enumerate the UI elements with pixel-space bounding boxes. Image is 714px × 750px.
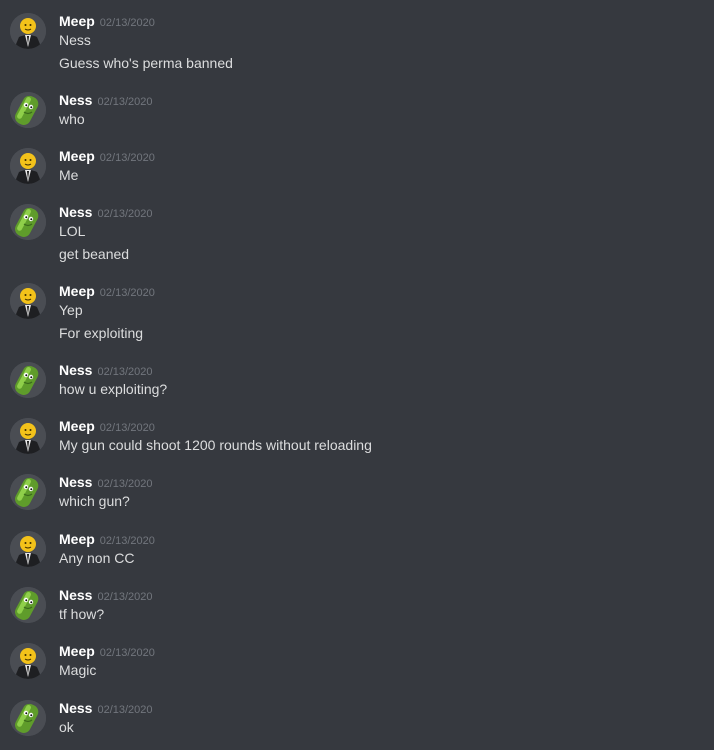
message-header: Ness 02/13/2020: [59, 700, 153, 720]
message-text: which gun?: [59, 493, 130, 509]
message-text: Ness: [59, 32, 91, 48]
suit-man-avatar-icon: [10, 418, 46, 454]
message-header: Meep 02/13/2020: [59, 643, 155, 663]
chat-messages[interactable]: Meep 02/13/2020 Ness Guess who's perma ba…: [0, 0, 714, 750]
avatar[interactable]: [10, 531, 46, 567]
message-text: ok: [59, 719, 74, 735]
message-header: Meep 02/13/2020: [59, 418, 155, 438]
message-header: Meep 02/13/2020: [59, 13, 155, 33]
timestamp: 02/13/2020: [99, 17, 155, 29]
timestamp: 02/13/2020: [97, 591, 153, 603]
avatar[interactable]: [10, 283, 46, 319]
suit-man-avatar-icon: [10, 148, 46, 184]
pickle-avatar-icon: [10, 92, 46, 128]
username[interactable]: Meep: [59, 283, 95, 299]
username[interactable]: Ness: [59, 587, 92, 603]
avatar[interactable]: [10, 204, 46, 240]
suit-man-avatar-icon: [10, 531, 46, 567]
timestamp: 02/13/2020: [97, 366, 153, 378]
timestamp: 02/13/2020: [99, 287, 155, 299]
message-text: For exploiting: [59, 325, 144, 341]
avatar[interactable]: [10, 92, 46, 128]
timestamp: 02/13/2020: [99, 535, 155, 547]
message-header: Ness 02/13/2020: [59, 204, 153, 224]
username[interactable]: Ness: [59, 362, 92, 378]
avatar[interactable]: [10, 362, 46, 398]
timestamp: 02/13/2020: [99, 647, 155, 659]
username[interactable]: Meep: [59, 418, 95, 434]
message-text: Me: [59, 167, 79, 183]
timestamp: 02/13/2020: [97, 96, 153, 108]
pickle-avatar-icon: [10, 204, 46, 240]
message-header: Ness 02/13/2020: [59, 587, 153, 607]
username[interactable]: Meep: [59, 531, 95, 547]
suit-man-avatar-icon: [10, 13, 46, 49]
message-header: Ness 02/13/2020: [59, 474, 153, 494]
message-text: Magic: [59, 662, 97, 678]
avatar[interactable]: [10, 13, 46, 49]
message-text: Yep: [59, 302, 83, 318]
message-text: tf how?: [59, 606, 105, 622]
timestamp: 02/13/2020: [97, 208, 153, 220]
username[interactable]: Ness: [59, 474, 92, 490]
avatar[interactable]: [10, 148, 46, 184]
timestamp: 02/13/2020: [99, 422, 155, 434]
pickle-avatar-icon: [10, 474, 46, 510]
message-text: Any non CC: [59, 550, 135, 566]
pickle-avatar-icon: [10, 587, 46, 623]
timestamp: 02/13/2020: [99, 152, 155, 164]
username[interactable]: Ness: [59, 204, 92, 220]
avatar[interactable]: [10, 587, 46, 623]
suit-man-avatar-icon: [10, 643, 46, 679]
avatar[interactable]: [10, 418, 46, 454]
timestamp: 02/13/2020: [97, 704, 153, 716]
message-text: LOL: [59, 223, 86, 239]
message-text: My gun could shoot 1200 rounds without r…: [59, 437, 372, 453]
message-text: how u exploiting?: [59, 381, 168, 397]
avatar[interactable]: [10, 700, 46, 736]
username[interactable]: Meep: [59, 643, 95, 659]
message-text: who: [59, 111, 85, 127]
timestamp: 02/13/2020: [97, 478, 153, 490]
username[interactable]: Ness: [59, 92, 92, 108]
message-header: Ness 02/13/2020: [59, 92, 153, 112]
message-header: Meep 02/13/2020: [59, 148, 155, 168]
username[interactable]: Meep: [59, 13, 95, 29]
suit-man-avatar-icon: [10, 283, 46, 319]
username[interactable]: Meep: [59, 148, 95, 164]
avatar[interactable]: [10, 643, 46, 679]
message-text: Guess who's perma banned: [59, 55, 233, 71]
username[interactable]: Ness: [59, 700, 92, 716]
pickle-avatar-icon: [10, 362, 46, 398]
pickle-avatar-icon: [10, 700, 46, 736]
message-header: Meep 02/13/2020: [59, 283, 155, 303]
message-header: Meep 02/13/2020: [59, 531, 155, 551]
message-header: Ness 02/13/2020: [59, 362, 153, 382]
message-text: get beaned: [59, 246, 130, 262]
avatar[interactable]: [10, 474, 46, 510]
